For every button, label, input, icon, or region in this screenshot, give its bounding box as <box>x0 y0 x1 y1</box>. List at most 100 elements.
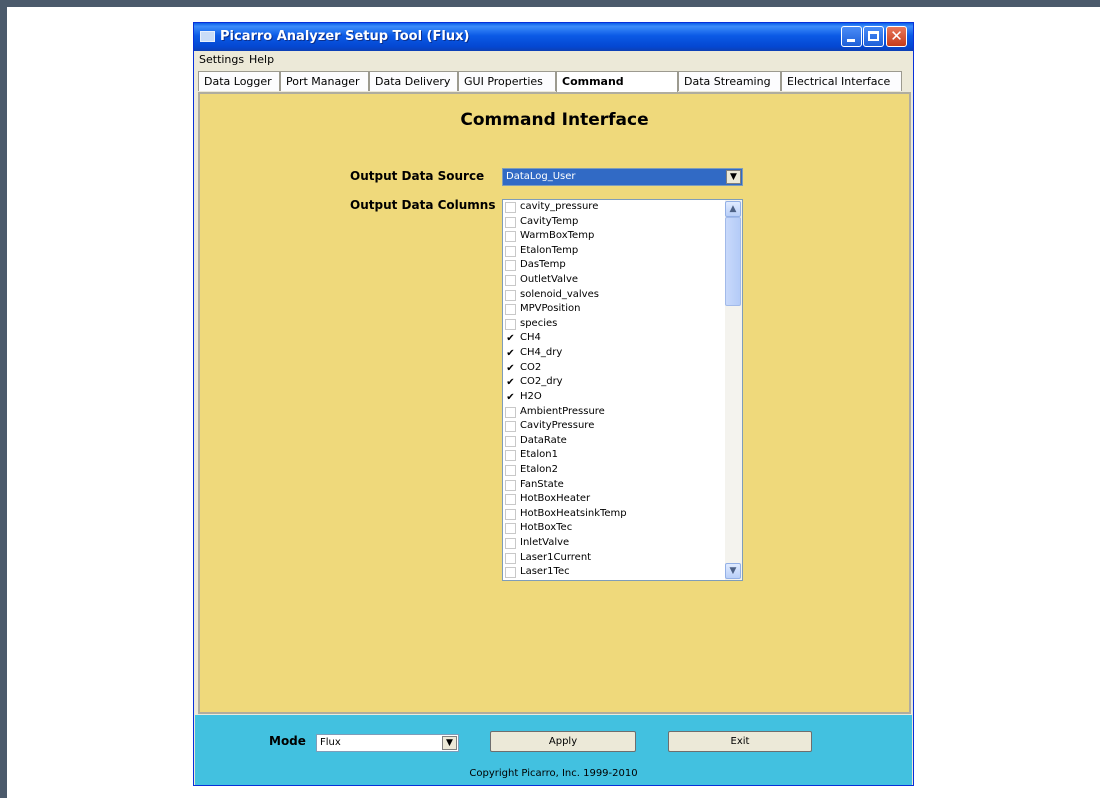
list-item[interactable]: ✔ CO2_dry <box>503 376 725 391</box>
mode-select[interactable]: Flux ▼ <box>316 734 459 752</box>
checkbox[interactable] <box>505 216 516 228</box>
checkbox[interactable] <box>505 508 516 520</box>
checkbox[interactable] <box>505 318 516 330</box>
list-item[interactable]: ✔ CH4_dry <box>503 347 725 362</box>
output-columns-list[interactable]: cavity_pressure CavityTemp WarmBoxTemp Etal… <box>502 199 743 581</box>
copyright-text: Copyright Picarro, Inc. 1999-2010 <box>469 768 638 779</box>
maximize-button[interactable] <box>863 26 884 47</box>
checkbox[interactable] <box>505 260 516 272</box>
checkbox[interactable] <box>505 494 516 506</box>
list-item[interactable]: cavity_pressure <box>503 201 725 216</box>
list-item[interactable]: ✔ CH4 <box>503 332 725 347</box>
checkbox[interactable] <box>505 552 516 564</box>
title-bar[interactable]: Picarro Analyzer Setup Tool (Flux) ✕ <box>194 23 913 51</box>
tab-port-manager[interactable]: Port Manager <box>280 71 369 91</box>
list-item[interactable]: HotBoxTec <box>503 522 725 537</box>
list-item[interactable]: DataRate <box>503 435 725 450</box>
menu-settings[interactable]: Settings <box>199 53 244 66</box>
checkbox[interactable] <box>505 245 516 257</box>
mode-value: Flux <box>320 737 341 748</box>
checkmark-icon[interactable]: ✔ <box>505 377 516 389</box>
list-item[interactable]: WarmBoxTemp <box>503 230 725 245</box>
list-item[interactable]: HotBoxHeater <box>503 493 725 508</box>
checkbox[interactable] <box>505 479 516 491</box>
tab-command-interface[interactable]: Command Interface <box>556 71 678 107</box>
tab-electrical-interface[interactable]: Electrical Interface <box>781 71 902 91</box>
tab-data-logger[interactable]: Data Logger <box>198 71 280 91</box>
close-button[interactable]: ✕ <box>886 26 907 47</box>
list-item[interactable]: ✔ H2O <box>503 391 725 406</box>
tab-data-delivery[interactable]: Data Delivery <box>369 71 458 91</box>
list-item-label: InletValve <box>520 537 570 549</box>
command-interface-panel: Command Interface Output Data Source Dat… <box>198 92 911 714</box>
list-item[interactable]: CavityPressure <box>503 420 725 435</box>
checkmark-icon[interactable]: ✔ <box>505 333 516 345</box>
list-item[interactable]: OutletValve <box>503 274 725 289</box>
list-item-label: solenoid_valves <box>520 288 599 300</box>
checkbox[interactable] <box>505 450 516 462</box>
list-item[interactable]: HotBoxHeatsinkTemp <box>503 508 725 523</box>
list-item[interactable]: EtalonTemp <box>503 245 725 260</box>
checkbox[interactable] <box>505 567 516 579</box>
menu-help[interactable]: Help <box>249 53 274 66</box>
list-item[interactable]: Laser1Tec <box>503 566 725 580</box>
list-item[interactable]: Etalon2 <box>503 464 725 479</box>
screen-frame-left <box>0 0 7 798</box>
window-title: Picarro Analyzer Setup Tool (Flux) <box>220 29 470 44</box>
scroll-up-button[interactable]: ▲ <box>725 201 741 217</box>
list-item-label: WarmBoxTemp <box>520 230 595 242</box>
list-item-label: Etalon1 <box>520 449 558 461</box>
app-icon <box>200 31 215 42</box>
list-scrollbar[interactable]: ▲ ▼ <box>725 200 742 580</box>
checkbox[interactable] <box>505 406 516 418</box>
list-item[interactable]: CavityTemp <box>503 216 725 231</box>
list-item-label: DasTemp <box>520 259 566 271</box>
chevron-down-icon[interactable]: ▼ <box>726 170 741 184</box>
list-item-label: AmbientPressure <box>520 405 605 417</box>
checkbox[interactable] <box>505 304 516 316</box>
minimize-icon <box>847 39 855 42</box>
list-item[interactable]: DasTemp <box>503 259 725 274</box>
checkbox[interactable] <box>505 523 516 535</box>
checkbox[interactable] <box>505 435 516 447</box>
list-item[interactable]: Laser1Current <box>503 552 725 567</box>
list-item-label: Etalon2 <box>520 463 558 475</box>
list-item-label: CavityPressure <box>520 420 595 432</box>
list-item[interactable]: ✔ CO2 <box>503 362 725 377</box>
tab-data-streaming[interactable]: Data Streaming <box>678 71 781 91</box>
list-item[interactable]: MPVPosition <box>503 303 725 318</box>
exit-button[interactable]: Exit <box>668 731 812 752</box>
checkmark-icon[interactable]: ✔ <box>505 348 516 360</box>
mode-label: Mode <box>269 734 306 748</box>
checkbox[interactable] <box>505 202 516 213</box>
checkbox[interactable] <box>505 421 516 433</box>
list-item[interactable]: FanState <box>503 479 725 494</box>
list-item[interactable]: solenoid_valves <box>503 289 725 304</box>
tab-gui-properties[interactable]: GUI Properties <box>458 71 556 91</box>
list-item-label: HotBoxHeatsinkTemp <box>520 507 627 519</box>
scroll-down-button[interactable]: ▼ <box>725 563 741 579</box>
scrollbar-thumb[interactable] <box>725 217 741 306</box>
chevron-up-icon: ▲ <box>729 204 737 214</box>
checkmark-icon[interactable]: ✔ <box>505 362 516 374</box>
close-icon: ✕ <box>890 27 903 45</box>
checkbox[interactable] <box>505 464 516 476</box>
list-item-label: DataRate <box>520 434 567 446</box>
checkbox[interactable] <box>505 275 516 287</box>
footer-bar: Mode Flux ▼ Apply Exit Copyright Picarro… <box>195 715 912 785</box>
checkbox[interactable] <box>505 289 516 301</box>
minimize-button[interactable] <box>841 26 862 47</box>
chevron-down-icon[interactable]: ▼ <box>442 736 457 750</box>
list-item[interactable]: AmbientPressure <box>503 406 725 421</box>
checkbox[interactable] <box>505 231 516 243</box>
list-item[interactable]: InletValve <box>503 537 725 552</box>
list-item[interactable]: Etalon1 <box>503 449 725 464</box>
list-item[interactable]: species <box>503 318 725 333</box>
apply-button[interactable]: Apply <box>490 731 636 752</box>
output-columns-label: Output Data Columns <box>350 198 496 212</box>
checkmark-icon[interactable]: ✔ <box>505 391 516 403</box>
list-item-label: cavity_pressure <box>520 201 599 212</box>
list-item-label: H2O <box>520 390 542 402</box>
output-source-select[interactable]: DataLog_User ▼ <box>502 168 743 186</box>
checkbox[interactable] <box>505 538 516 550</box>
